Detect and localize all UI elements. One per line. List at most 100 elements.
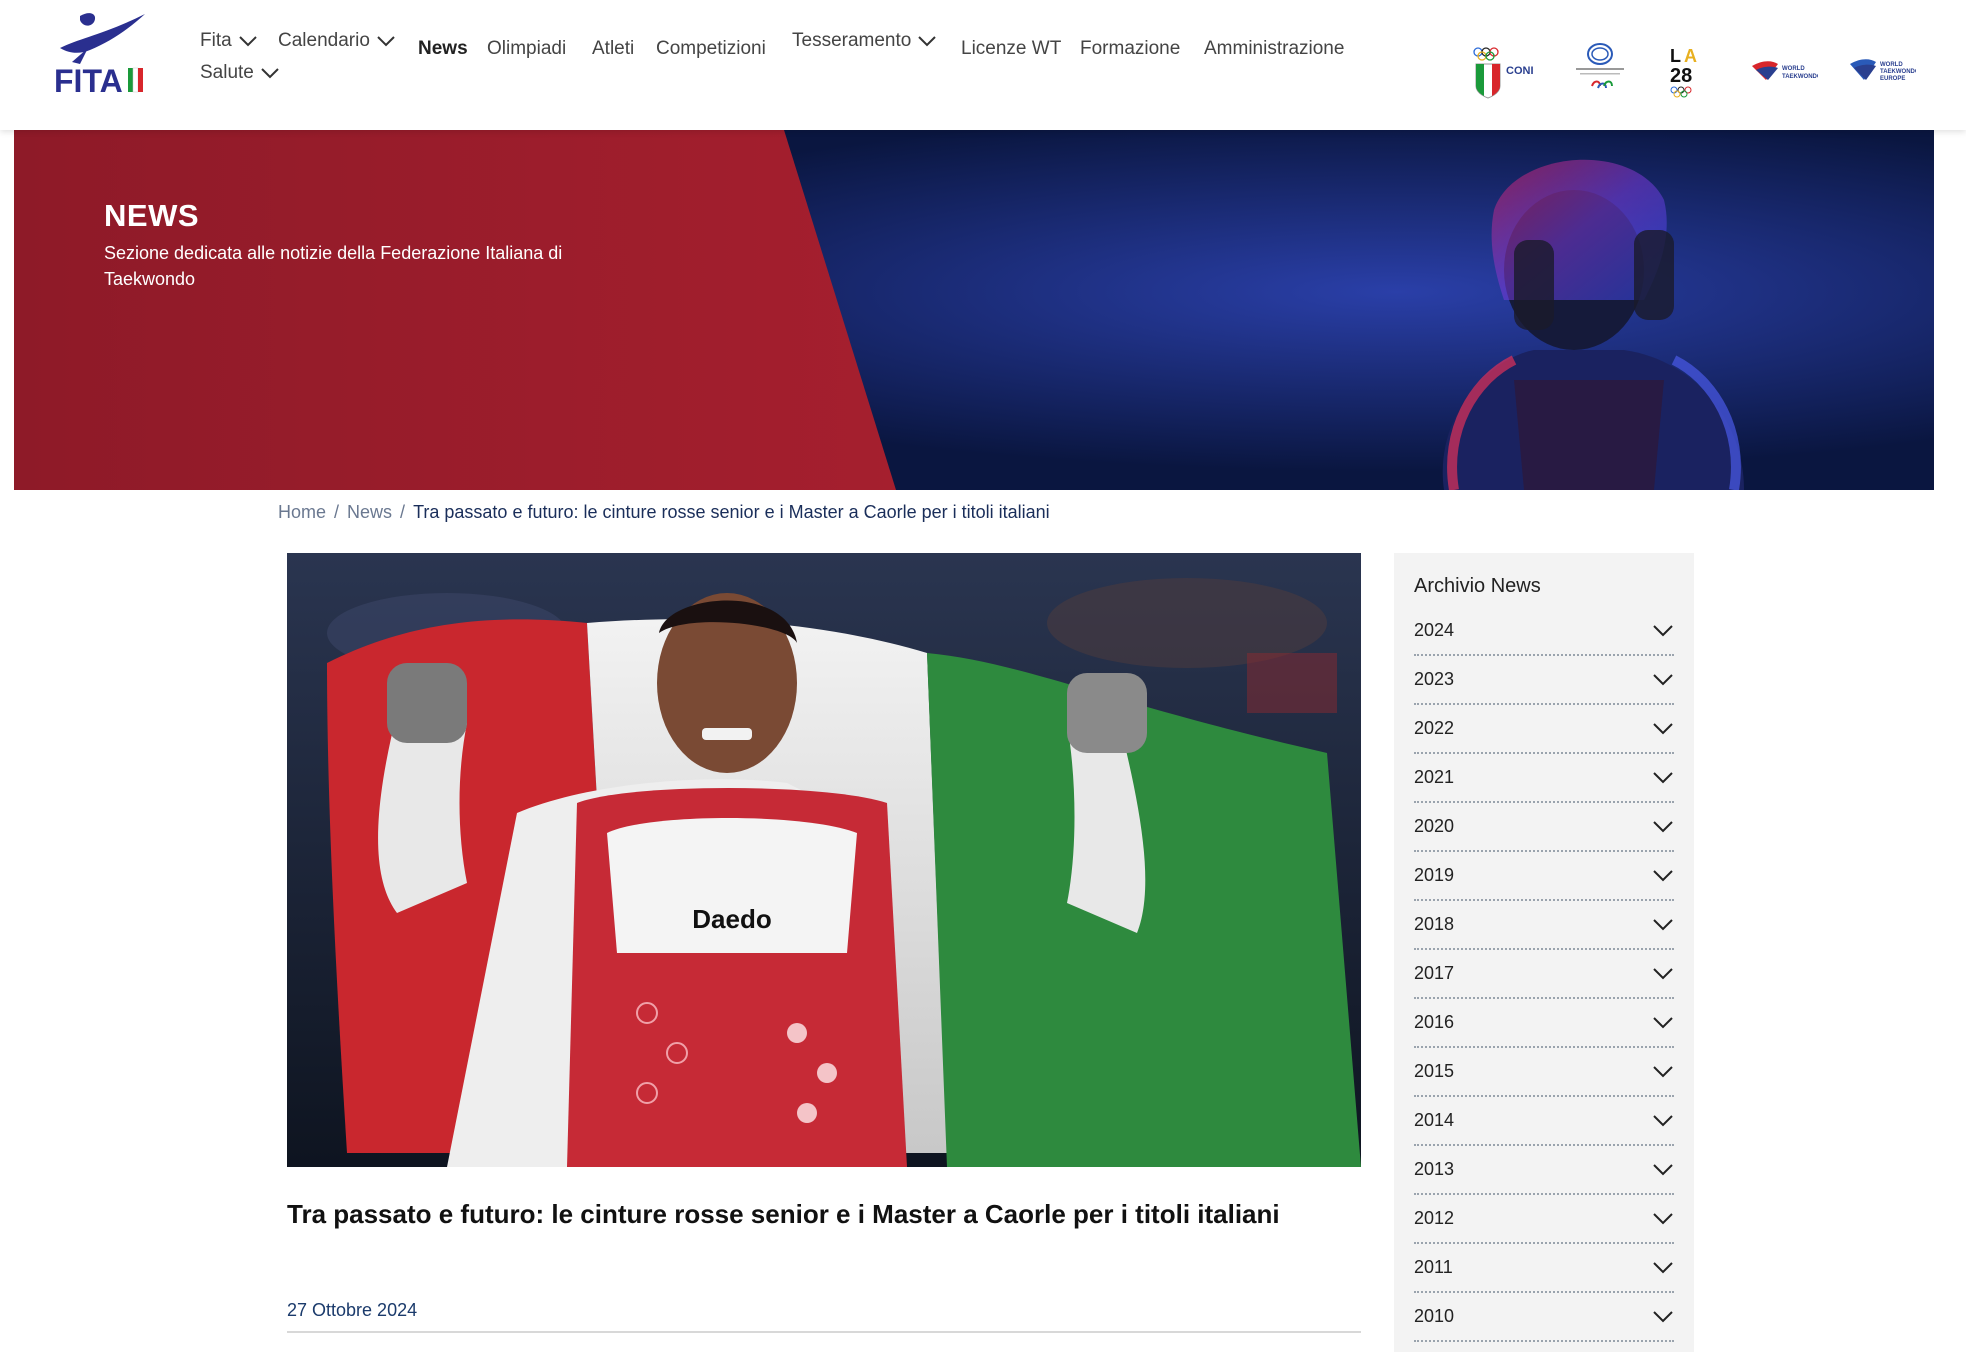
hero-title: NEWS	[104, 198, 199, 233]
nav-item-label: Olimpiadi	[487, 38, 567, 59]
paralimpico-logo[interactable]	[1570, 40, 1630, 102]
chevron-down-icon	[238, 36, 257, 47]
chevron-down-icon	[1653, 1114, 1673, 1126]
chevron-down-icon	[1653, 673, 1673, 685]
chevron-down-icon	[1653, 771, 1673, 783]
chevron-down-icon	[1653, 820, 1673, 832]
la28-logo[interactable]: L A 28	[1662, 40, 1712, 102]
fita-logo[interactable]: FITA	[50, 8, 150, 99]
archive-year-label: 2022	[1414, 718, 1455, 738]
archive-year-2017[interactable]: 2017	[1414, 950, 1674, 999]
archive-year-2019[interactable]: 2019	[1414, 852, 1674, 901]
svg-text:EUROPE: EUROPE	[1880, 76, 1905, 82]
nav-item-calendario[interactable]: Calendario	[278, 30, 396, 52]
chevron-down-icon	[1653, 869, 1673, 881]
archive-year-2018[interactable]: 2018	[1414, 901, 1674, 950]
partner-logos: CONI L A 28 WORLD TAEKWONDO WORLD TAEKWO…	[1470, 40, 1920, 110]
svg-text:TAEKWONDO: TAEKWONDO	[1782, 74, 1818, 80]
nav-item-label: Licenze WT	[961, 38, 1062, 59]
archive-year-label: 2010	[1414, 1306, 1455, 1326]
chevron-down-icon	[918, 36, 937, 47]
archive-year-label: 2015	[1414, 1061, 1455, 1081]
nav-item-label: Salute	[200, 62, 254, 83]
article-divider	[287, 1331, 1361, 1333]
nav-item-competizioni[interactable]: Competizioni	[656, 38, 766, 60]
nav-item-news[interactable]: News	[418, 38, 468, 60]
nav-item-label: News	[418, 38, 468, 59]
archive-year-2021[interactable]: 2021	[1414, 754, 1674, 803]
chevron-down-icon	[1653, 1310, 1673, 1322]
archive-year-2022[interactable]: 2022	[1414, 705, 1674, 754]
chevron-down-icon	[1653, 1212, 1673, 1224]
athlete-photo: Daedo	[287, 553, 1361, 1167]
nav-item-licenze-wt[interactable]: Licenze WT	[961, 38, 1061, 60]
article-date: 27 Ottobre 2024	[287, 1300, 418, 1320]
nav-item-amministrazione[interactable]: Amministrazione	[1204, 38, 1344, 60]
chevron-down-icon	[1653, 1261, 1673, 1273]
nav-item-salute[interactable]: Salute	[200, 62, 280, 84]
article-title: Tra passato e futuro: le cinture rosse s…	[287, 1199, 1280, 1229]
article-image: Daedo	[287, 553, 1361, 1167]
nav-item-label: Atleti	[592, 38, 635, 59]
archive-year-label: 2023	[1414, 669, 1455, 689]
nav-item-label: Competizioni	[656, 38, 766, 59]
archive-year-label: 2017	[1414, 963, 1455, 983]
svg-text:28: 28	[1670, 65, 1692, 87]
archive-year-2011[interactable]: 2011	[1414, 1244, 1674, 1293]
archive-year-2014[interactable]: 2014	[1414, 1097, 1674, 1146]
archive-year-label: 2014	[1414, 1110, 1455, 1130]
archive-year-label: 2016	[1414, 1012, 1455, 1032]
world-taekwondo-europe-logo[interactable]: WORLD TAEKWONDO EUROPE	[1846, 40, 1916, 102]
archive-year-2013[interactable]: 2013	[1414, 1146, 1674, 1195]
archive-year-2023[interactable]: 2023	[1414, 656, 1674, 705]
archive-year-2020[interactable]: 2020	[1414, 803, 1674, 852]
nav-item-label: Formazione	[1080, 38, 1181, 59]
svg-text:WORLD: WORLD	[1782, 66, 1805, 72]
archive-year-label: 2020	[1414, 816, 1455, 836]
chevron-down-icon	[1653, 722, 1673, 734]
hero-background	[14, 130, 1934, 490]
chevron-down-icon	[1653, 1163, 1673, 1175]
svg-text:L: L	[1670, 46, 1681, 66]
archive-year-label: 2024	[1414, 620, 1455, 640]
archive-year-2016[interactable]: 2016	[1414, 999, 1674, 1048]
svg-text:WORLD: WORLD	[1880, 62, 1903, 68]
archive-year-2024[interactable]: 2024	[1414, 607, 1674, 656]
sidebar-title: Archivio News	[1414, 575, 1541, 597]
daedo-brand: Daedo	[692, 904, 771, 934]
nav-item-label: Tesseramento	[792, 30, 912, 51]
archive-year-label: 2018	[1414, 914, 1455, 934]
svg-text:TAEKWONDO: TAEKWONDO	[1880, 69, 1916, 75]
breadcrumb-current: Tra passato e futuro: le cinture rosse s…	[413, 502, 1050, 522]
nav-item-label: Calendario	[278, 30, 370, 51]
nav-item-label: Fita	[200, 30, 232, 51]
archive-year-label: 2012	[1414, 1208, 1455, 1228]
hero-subtitle: Sezione dedicata alle notizie della Fede…	[104, 243, 563, 289]
nav-item-fita[interactable]: Fita	[200, 30, 258, 52]
archive-year-2010[interactable]: 2010	[1414, 1293, 1674, 1342]
archive-year-label: 2019	[1414, 865, 1455, 885]
breadcrumb-separator: /	[400, 502, 406, 522]
archive-year-2015[interactable]: 2015	[1414, 1048, 1674, 1097]
chevron-down-icon	[1653, 624, 1673, 636]
news-archive-sidebar: Archivio News 2024 2023 2022 2021 2020 2019 20…	[1394, 553, 1694, 1352]
nav-item-tesseramento[interactable]: Tesseramento	[792, 30, 937, 52]
chevron-down-icon	[1653, 1016, 1673, 1028]
world-taekwondo-logo[interactable]: WORLD TAEKWONDO	[1748, 40, 1818, 102]
hero-banner: NEWS Sezione dedicata alle notizie della…	[14, 130, 1934, 490]
breadcrumb-news[interactable]: News	[347, 502, 392, 523]
archive-year-label: 2011	[1414, 1257, 1453, 1277]
coni-logo[interactable]: CONI	[1470, 40, 1540, 102]
nav-item-olimpiadi[interactable]: Olimpiadi	[487, 38, 566, 60]
nav-item-formazione[interactable]: Formazione	[1080, 38, 1180, 60]
svg-text:A: A	[1684, 46, 1697, 66]
nav-item-label: Amministrazione	[1204, 38, 1345, 59]
breadcrumb-home[interactable]: Home	[278, 502, 326, 523]
chevron-down-icon	[377, 36, 395, 47]
nav-item-atleti[interactable]: Atleti	[592, 38, 634, 60]
archive-year-label: 2013	[1414, 1159, 1455, 1179]
archive-year-2012[interactable]: 2012	[1414, 1195, 1674, 1244]
coni-label: CONI	[1506, 65, 1534, 77]
chevron-down-icon	[261, 68, 279, 79]
breadcrumb-separator: /	[334, 502, 340, 522]
